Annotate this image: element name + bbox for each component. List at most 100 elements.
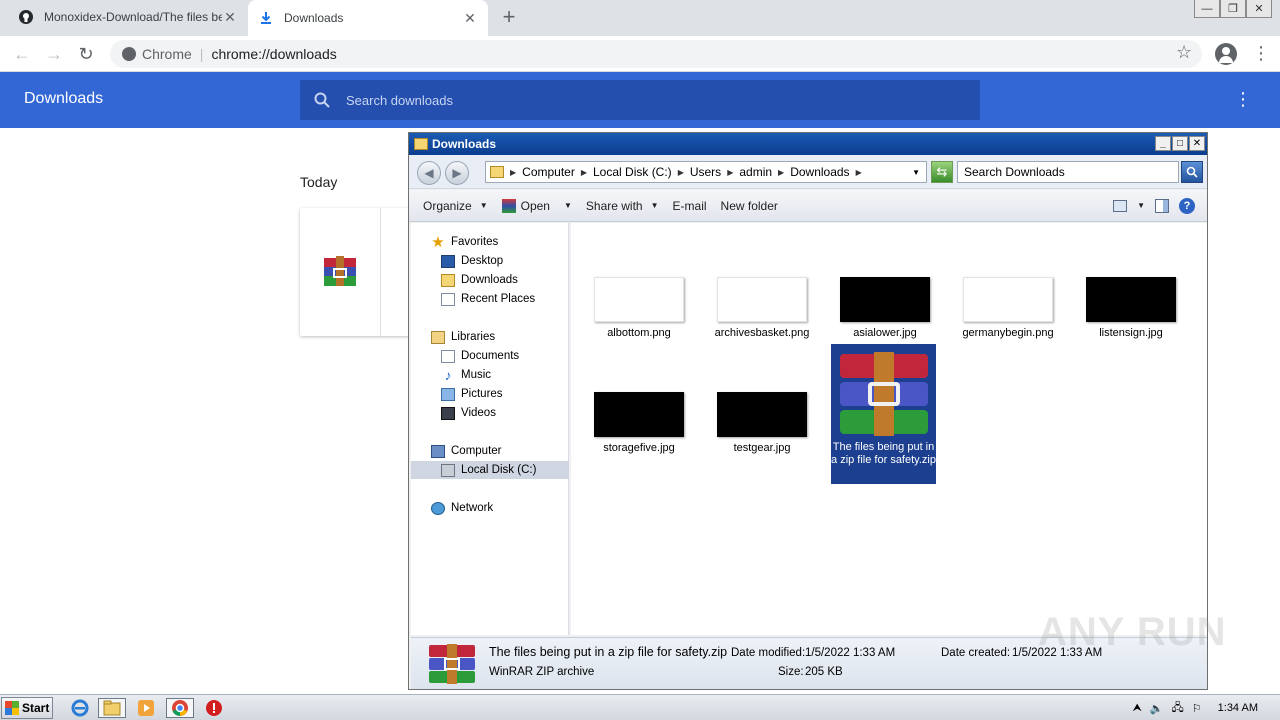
file-item[interactable]: testgear.jpg xyxy=(710,392,814,455)
chevron-right-icon[interactable]: ▶ xyxy=(727,168,733,177)
action-center-flag-icon[interactable]: ⚐ xyxy=(1192,702,1202,715)
nav-videos[interactable]: Videos xyxy=(411,404,569,422)
bookmark-star-icon[interactable]: ☆ xyxy=(1176,42,1192,63)
tab-github[interactable]: Monoxidex-Download/The files being ✕ xyxy=(8,0,248,34)
explorer-titlebar[interactable]: Downloads _ □ ✕ xyxy=(409,133,1207,155)
nav-music[interactable]: ♪ Music xyxy=(411,366,569,384)
breadcrumb-admin[interactable]: admin xyxy=(739,165,772,179)
nav-recent-places[interactable]: Recent Places xyxy=(411,290,569,308)
back-button[interactable]: ← xyxy=(10,42,34,66)
forward-button[interactable]: ▶ xyxy=(445,161,469,185)
back-button[interactable]: ◀ xyxy=(417,161,441,185)
chevron-down-icon[interactable]: ▼ xyxy=(912,168,920,177)
file-item[interactable]: listensign.jpg xyxy=(1079,277,1183,340)
taskbar: Start ⮝ 🔈 🖧 ⚐ 1:34 AM xyxy=(0,694,1280,720)
breadcrumb-computer[interactable]: Computer xyxy=(522,165,575,179)
nav-favorites[interactable]: ★ Favorites xyxy=(411,233,569,251)
new-tab-button[interactable]: + xyxy=(498,5,520,29)
organize-button[interactable]: Organize ▼ xyxy=(423,199,488,213)
more-actions-icon[interactable]: ⋮ xyxy=(1234,90,1252,108)
nav-label: Favorites xyxy=(451,236,499,248)
chevron-down-icon[interactable]: ▼ xyxy=(1137,201,1145,210)
breadcrumb-users[interactable]: Users xyxy=(690,165,721,179)
nav-documents[interactable]: Documents xyxy=(411,347,569,365)
close-button[interactable]: ✕ xyxy=(1189,136,1205,151)
chrome-taskbar-icon[interactable] xyxy=(166,698,194,718)
music-icon: ♪ xyxy=(444,366,452,383)
nav-computer[interactable]: Computer xyxy=(411,442,569,460)
breadcrumb-downloads[interactable]: Downloads xyxy=(790,165,849,179)
internet-explorer-icon[interactable] xyxy=(66,698,94,718)
libraries-icon xyxy=(431,330,445,344)
file-name: testgear.jpg xyxy=(733,442,791,454)
media-player-icon[interactable] xyxy=(132,698,160,718)
chevron-right-icon[interactable]: ▶ xyxy=(778,168,784,177)
file-item[interactable]: storagefive.jpg xyxy=(587,392,691,455)
open-button[interactable]: Open ▼ xyxy=(501,198,572,213)
refresh-button[interactable]: ⇆ xyxy=(931,161,953,183)
preview-pane-icon[interactable] xyxy=(1155,198,1169,213)
search-downloads-field[interactable]: Search Downloads xyxy=(957,161,1179,183)
image-thumbnail xyxy=(717,392,807,437)
close-tab-icon[interactable]: ✕ xyxy=(462,10,478,27)
nav-pictures[interactable]: Pictures xyxy=(411,385,569,403)
minimize-button[interactable]: _ xyxy=(1155,136,1171,151)
nav-network[interactable]: Network xyxy=(411,499,569,517)
address-bar[interactable]: Chrome | chrome://downloads xyxy=(110,40,1202,68)
chevron-down-icon[interactable]: ▼ xyxy=(564,201,572,210)
disk-drive-icon xyxy=(441,463,455,477)
restore-button[interactable]: ❐ xyxy=(1220,0,1246,18)
reload-button[interactable]: ↻ xyxy=(74,42,98,66)
image-thumbnail xyxy=(1086,277,1176,322)
network-tray-icon[interactable]: 🖧 xyxy=(1172,699,1184,718)
help-icon[interactable]: ? xyxy=(1179,197,1195,214)
maximize-button[interactable]: □ xyxy=(1172,136,1188,151)
window-controls: — ❐ ✕ xyxy=(1194,0,1272,18)
chevron-right-icon[interactable]: ▶ xyxy=(678,168,684,177)
winrar-icon xyxy=(324,256,356,291)
tab-downloads[interactable]: Downloads ✕ xyxy=(248,0,488,36)
tab-strip: Monoxidex-Download/The files being ✕ Dow… xyxy=(0,0,1280,36)
search-icon[interactable] xyxy=(1181,161,1203,183)
share-with-button[interactable]: Share with ▼ xyxy=(586,199,659,213)
stop-icon[interactable] xyxy=(200,698,228,718)
nav-local-disk[interactable]: Local Disk (C:) xyxy=(411,461,569,479)
address-path[interactable]: ▶ Computer ▶ Local Disk (C:) ▶ Users ▶ a… xyxy=(485,161,927,183)
forward-button[interactable]: → xyxy=(42,42,66,66)
nav-libraries[interactable]: Libraries xyxy=(411,328,569,346)
close-tab-icon[interactable]: ✕ xyxy=(222,9,238,26)
search-downloads-input[interactable]: Search downloads xyxy=(300,80,980,120)
show-hidden-icons-icon[interactable]: ⮝ xyxy=(1132,702,1141,715)
file-item[interactable]: albottom.png xyxy=(587,277,691,340)
size-label: Size: xyxy=(778,666,804,678)
chevron-right-icon[interactable]: ▶ xyxy=(856,168,862,177)
date-created-label: Date created: xyxy=(941,647,1011,659)
file-name: germanybegin.png xyxy=(962,327,1054,339)
breadcrumb-local-disk[interactable]: Local Disk (C:) xyxy=(593,165,672,179)
volume-icon[interactable]: 🔈 xyxy=(1150,702,1164,715)
chrome-menu-icon[interactable]: ⋮ xyxy=(1252,44,1270,62)
change-view-icon[interactable] xyxy=(1113,199,1128,212)
file-item-selected-zip[interactable]: The files being put in a zip file for sa… xyxy=(831,344,936,484)
file-name: listensign.jpg xyxy=(1099,327,1163,339)
chevron-right-icon[interactable]: ▶ xyxy=(510,168,516,177)
file-explorer-taskbar-icon[interactable] xyxy=(98,698,126,718)
file-item[interactable]: asialower.jpg xyxy=(833,277,937,340)
winrar-icon xyxy=(501,198,516,213)
start-button[interactable]: Start xyxy=(1,697,53,719)
nav-downloads[interactable]: Downloads xyxy=(411,271,569,289)
chevron-right-icon[interactable]: ▶ xyxy=(581,168,587,177)
image-thumbnail xyxy=(963,277,1053,322)
chevron-down-icon: ▼ xyxy=(479,201,488,210)
email-button[interactable]: E-mail xyxy=(673,199,707,213)
start-label: Start xyxy=(22,701,50,715)
close-window-button[interactable]: ✕ xyxy=(1246,0,1272,18)
selected-file-name: The files being put in a zip file for sa… xyxy=(489,645,728,659)
nav-desktop[interactable]: Desktop xyxy=(411,252,569,270)
new-folder-button[interactable]: New folder xyxy=(721,199,778,213)
profile-avatar-icon[interactable] xyxy=(1215,43,1237,65)
file-item[interactable]: archivesbasket.png xyxy=(710,277,814,340)
minimize-button[interactable]: — xyxy=(1194,0,1220,18)
clock[interactable]: 1:34 AM xyxy=(1218,702,1258,714)
file-item[interactable]: germanybegin.png xyxy=(956,277,1060,340)
